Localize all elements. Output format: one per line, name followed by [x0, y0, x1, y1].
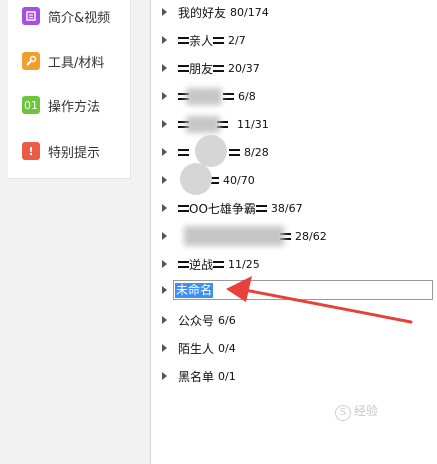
- watermark: S 经验: [335, 402, 378, 421]
- watermark-logo: S: [335, 405, 351, 421]
- watermark-text: 经验: [354, 404, 379, 418]
- annotation-arrow-icon: [226, 276, 413, 324]
